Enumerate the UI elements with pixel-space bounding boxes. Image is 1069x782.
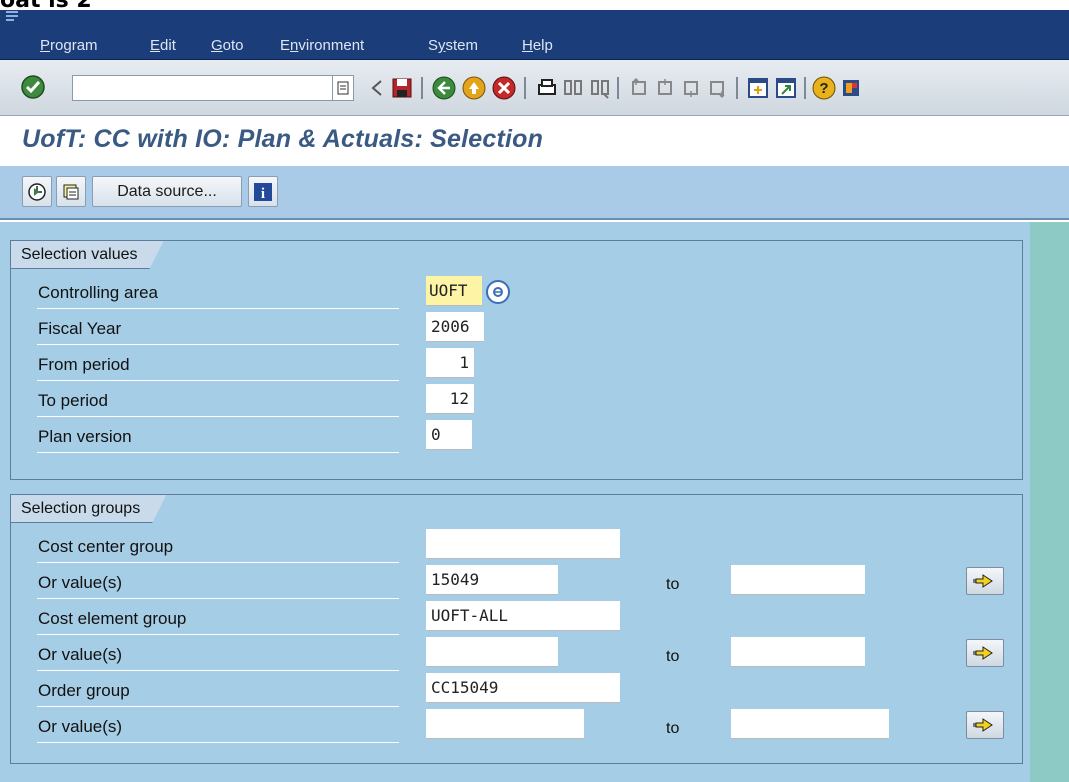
arrow-right-icon: [973, 574, 993, 588]
selection-groups-title: Selection groups: [11, 495, 166, 523]
controlling-area-field[interactable]: UOFT: [426, 276, 482, 306]
cost-element-to-field[interactable]: [731, 637, 865, 667]
row-underline: [37, 308, 399, 309]
print-icon[interactable]: [535, 76, 559, 100]
svg-text:i: i: [261, 186, 265, 202]
enter-icon[interactable]: [20, 74, 46, 100]
row-underline: [37, 634, 399, 635]
fiscal-year-field[interactable]: 2006: [426, 312, 484, 342]
execute-icon: [28, 182, 46, 201]
multiple-selection-button[interactable]: [966, 639, 1004, 667]
page-title: UofT: CC with IO: Plan & Actuals: Select…: [22, 125, 544, 153]
cost-center-group-label: Cost center group: [38, 537, 174, 556]
execute-button[interactable]: [22, 176, 52, 207]
previous-page-icon[interactable]: [654, 76, 678, 100]
window-menu-icon[interactable]: [2, 10, 24, 24]
plan-version-field[interactable]: 0: [426, 420, 472, 450]
selection-values-group: Selection values Controlling area UOFT F…: [10, 240, 1023, 480]
layout-icon[interactable]: [840, 76, 864, 100]
menu-bar: Program Edit Goto Environment System Hel…: [0, 10, 1069, 60]
fiscal-year-label: Fiscal Year: [38, 319, 122, 338]
cost-element-values-label: Or value(s): [38, 645, 123, 664]
svg-text:?: ?: [819, 80, 828, 97]
plan-version-label: Plan version: [38, 427, 132, 446]
toolbar-separator: [804, 77, 806, 99]
toolbar-separator: [736, 77, 738, 99]
arrow-right-icon: [973, 718, 993, 732]
order-from-field[interactable]: [426, 709, 584, 739]
back-green-icon[interactable]: [432, 76, 456, 100]
save-icon[interactable]: [390, 76, 414, 100]
cost-center-group-field[interactable]: [426, 529, 620, 559]
info-button[interactable]: i: [248, 176, 278, 207]
row-underline: [37, 452, 399, 453]
multiple-selection-button[interactable]: [966, 567, 1004, 595]
to-period-field[interactable]: 12: [426, 384, 474, 414]
shortcut-icon[interactable]: [774, 76, 798, 100]
selection-groups-group: Selection groups Cost center group Or va…: [10, 494, 1023, 764]
row-underline: [37, 380, 399, 381]
order-group-field[interactable]: CC15049: [426, 673, 620, 703]
cost-element-from-field[interactable]: [426, 637, 558, 667]
arrow-right-icon: [973, 646, 993, 660]
from-period-field[interactable]: 1: [426, 348, 474, 378]
menu-help[interactable]: Help: [522, 37, 553, 54]
info-icon: i: [254, 182, 272, 202]
data-source-button[interactable]: Data source...: [92, 176, 242, 207]
to-period-label: To period: [38, 391, 108, 410]
menu-system[interactable]: System: [428, 37, 478, 54]
from-period-label: From period: [38, 355, 130, 374]
exit-icon[interactable]: [462, 76, 486, 100]
toolbar-separator: [524, 77, 526, 99]
menu-program[interactable]: Program: [40, 37, 98, 54]
title-bar: UofT: CC with IO: Plan & Actuals: Select…: [0, 116, 1069, 166]
menu-edit[interactable]: Edit: [150, 37, 176, 54]
row-underline: [37, 742, 399, 743]
command-dropdown-icon[interactable]: [332, 75, 354, 101]
application-toolbar: Data source... i: [0, 166, 1069, 220]
toolbar-separator: [421, 77, 423, 99]
get-variant-button[interactable]: [56, 176, 86, 207]
order-values-label: Or value(s): [38, 717, 123, 736]
command-field[interactable]: [72, 75, 332, 101]
row-underline: [37, 562, 399, 563]
cancel-icon[interactable]: [492, 76, 516, 100]
find-icon[interactable]: [561, 76, 585, 100]
row-underline: [37, 706, 399, 707]
first-page-icon[interactable]: [628, 76, 652, 100]
find-next-icon[interactable]: [588, 76, 612, 100]
multiple-selection-button[interactable]: [966, 711, 1004, 739]
menu-goto[interactable]: Goto: [211, 37, 244, 54]
get-variant-icon: [63, 184, 79, 199]
row-underline: [37, 344, 399, 345]
toolbar-separator: [617, 77, 619, 99]
cost-center-from-field[interactable]: 15049: [426, 565, 558, 595]
selection-values-title: Selection values: [11, 241, 164, 269]
cost-center-values-label: Or value(s): [38, 573, 123, 592]
last-page-icon[interactable]: [706, 76, 730, 100]
cost-element-group-field[interactable]: UOFT-ALL: [426, 601, 620, 631]
row-underline: [37, 598, 399, 599]
possible-entries-icon[interactable]: [485, 279, 511, 305]
help-icon[interactable]: ?: [812, 76, 836, 100]
to-label: to: [666, 576, 680, 593]
order-to-field[interactable]: [731, 709, 889, 739]
standard-toolbar: ?: [0, 60, 1069, 116]
cost-center-to-field[interactable]: [731, 565, 865, 595]
sap-window: oat is 2 Program Edit Goto Environment S…: [0, 0, 1069, 782]
order-group-label: Order group: [38, 681, 130, 700]
row-underline: [37, 416, 399, 417]
create-session-icon[interactable]: [746, 76, 770, 100]
back-icon[interactable]: [366, 76, 390, 100]
to-label: to: [666, 720, 680, 737]
menu-environment[interactable]: Environment: [280, 37, 364, 54]
controlling-area-label: Controlling area: [38, 283, 159, 302]
cost-element-group-label: Cost element group: [38, 609, 187, 628]
next-page-icon[interactable]: [680, 76, 704, 100]
row-underline: [37, 670, 399, 671]
screen-right-margin: [1030, 222, 1069, 782]
to-label: to: [666, 648, 680, 665]
